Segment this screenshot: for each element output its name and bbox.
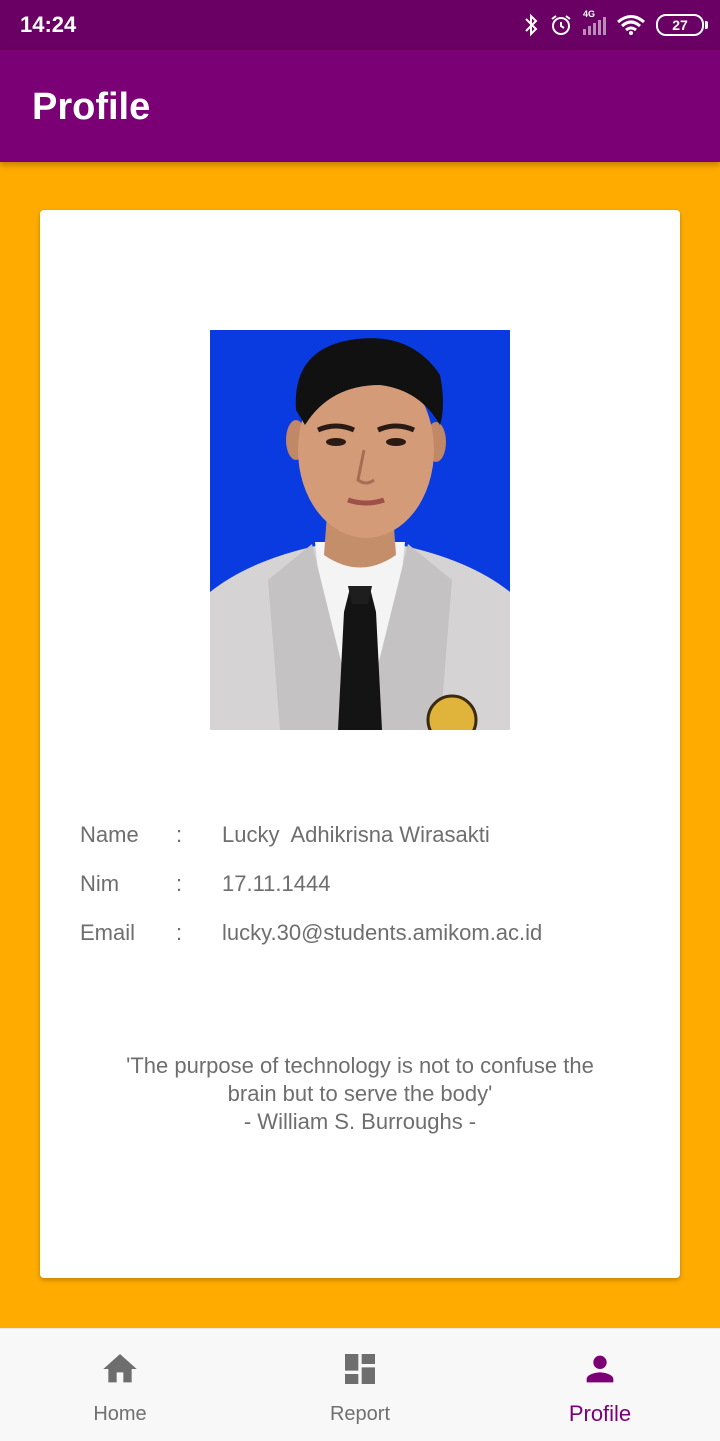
battery-level: 27 bbox=[672, 17, 688, 33]
bottom-navigation: Home Report Profile bbox=[0, 1328, 720, 1441]
quote-author: - William S. Burroughs - bbox=[243, 1109, 477, 1134]
name-value: Lucky Adhikrisna Wirasakti bbox=[222, 822, 490, 847]
cellular-signal-icon: 4G bbox=[583, 9, 606, 35]
page-title: Profile bbox=[32, 86, 151, 128]
nav-item-home[interactable]: Home bbox=[0, 1329, 240, 1441]
email-label: Email bbox=[80, 920, 136, 945]
battery-icon: 27 bbox=[656, 14, 708, 36]
status-icons: 4G 27 bbox=[523, 9, 708, 40]
profile-email-row: Email : lucky.30@students.amikom.ac.id bbox=[80, 920, 640, 969]
name-label: Name bbox=[80, 822, 139, 847]
app-bar: Profile bbox=[0, 50, 720, 162]
wifi-icon bbox=[617, 15, 645, 35]
status-bar: 14:24 4G 27 bbox=[0, 0, 720, 50]
profile-name-row: Name : Lucky Adhikrisna Wirasakti bbox=[80, 822, 640, 871]
nav-label-home: Home bbox=[93, 1403, 147, 1425]
network-type: 4G bbox=[583, 9, 596, 19]
profile-info: Name : Lucky Adhikrisna Wirasakti Nim : … bbox=[80, 822, 640, 969]
quote-line-2: brain but to serve the body' bbox=[227, 1081, 493, 1106]
email-value: lucky.30@students.amikom.ac.id bbox=[222, 920, 543, 945]
bluetooth-icon bbox=[525, 13, 538, 37]
person-icon bbox=[586, 1355, 614, 1383]
profile-photo bbox=[210, 330, 510, 730]
email-separator: : bbox=[176, 920, 183, 945]
name-separator: : bbox=[176, 822, 183, 847]
status-time: 14:24 bbox=[20, 12, 77, 37]
nav-item-report[interactable]: Report bbox=[240, 1329, 480, 1441]
nim-separator: : bbox=[176, 871, 183, 896]
nav-item-profile[interactable]: Profile bbox=[480, 1329, 720, 1441]
alarm-icon bbox=[551, 15, 571, 35]
dashboard-icon bbox=[345, 1354, 375, 1384]
nim-value: 17.11.1444 bbox=[222, 871, 331, 896]
nav-label-profile: Profile bbox=[568, 1401, 632, 1426]
quote: 'The purpose of technology is not to con… bbox=[80, 1052, 640, 1136]
profile-nim-row: Nim : 17.11.1444 bbox=[80, 871, 640, 920]
profile-card: Name : Lucky Adhikrisna Wirasakti Nim : … bbox=[40, 210, 680, 1278]
nim-label: Nim bbox=[80, 871, 120, 896]
profile-photo-illustration bbox=[210, 330, 510, 730]
quote-line-1: 'The purpose of technology is not to con… bbox=[126, 1053, 594, 1078]
home-icon bbox=[103, 1354, 137, 1383]
nav-label-report: Report bbox=[329, 1403, 391, 1425]
